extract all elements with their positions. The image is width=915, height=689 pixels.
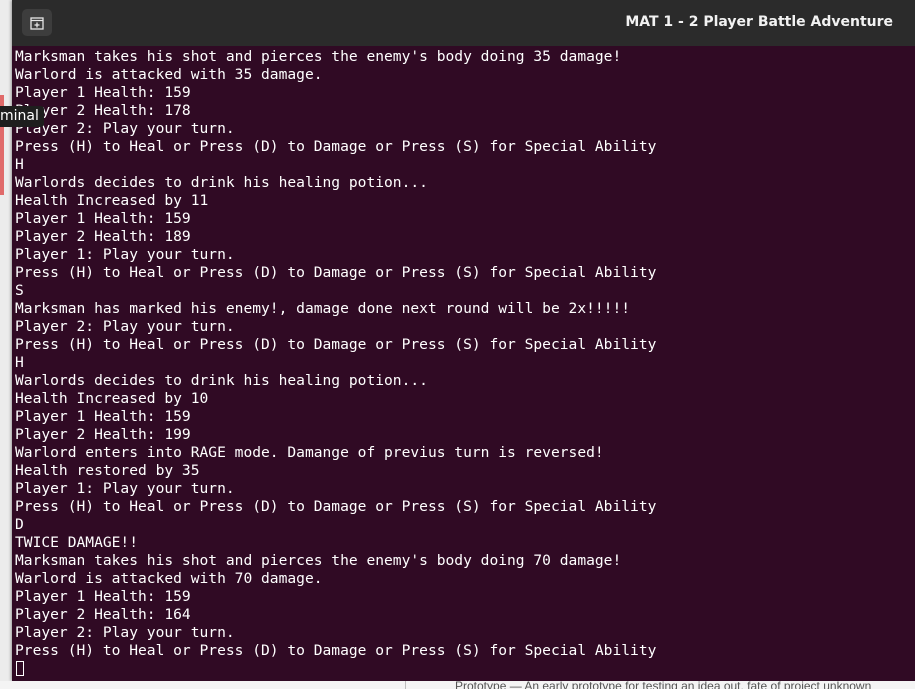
- terminal-line: Player 1 Health: 159: [15, 210, 191, 227]
- terminal-line: Warlord enters into RAGE mode. Damange o…: [15, 444, 604, 461]
- terminal-line: Health Increased by 11: [15, 192, 209, 209]
- terminal-line: Player 1: Play your turn.: [15, 480, 235, 497]
- background-page-footer: Prototype — An early prototype for testi…: [0, 681, 915, 689]
- window-title: MAT 1 - 2 Player Battle Adventure: [625, 14, 893, 30]
- terminal-line: Player 1 Health: 159: [15, 408, 191, 425]
- terminal-line: Health restored by 35: [15, 462, 200, 479]
- terminal-tooltip: minal: [0, 106, 44, 127]
- new-tab-button[interactable]: [22, 9, 52, 36]
- terminal-line: Player 1 Health: 159: [15, 84, 191, 101]
- terminal-line: Marksman has marked his enemy!, damage d…: [15, 300, 631, 317]
- terminal-output[interactable]: Marksman takes his shot and pierces the …: [15, 48, 910, 678]
- terminal-line: Warlords decides to drink his healing po…: [15, 372, 428, 389]
- terminal-line: Marksman takes his shot and pierces the …: [15, 552, 622, 569]
- terminal-line: D: [15, 516, 24, 533]
- terminal-line: Press (H) to Heal or Press (D) to Damage…: [15, 264, 657, 281]
- terminal-line: Player 2 Health: 178: [15, 102, 191, 119]
- terminal-line: Press (H) to Heal or Press (D) to Damage…: [15, 642, 657, 659]
- terminal-line: Warlord is attacked with 70 damage.: [15, 570, 323, 587]
- terminal-line: Player 2 Health: 164: [15, 606, 191, 623]
- terminal-line: Press (H) to Heal or Press (D) to Damage…: [15, 498, 657, 515]
- new-tab-icon: [30, 16, 44, 30]
- terminal-line: Player 2 Health: 189: [15, 228, 191, 245]
- desktop: MAT 1 - 2 Player Battle Adventure Marksm…: [0, 0, 915, 689]
- window-titlebar[interactable]: MAT 1 - 2 Player Battle Adventure: [12, 0, 915, 46]
- text-cursor: [16, 661, 24, 676]
- terminal-line: H: [15, 354, 24, 371]
- terminal-line: Marksman takes his shot and pierces the …: [15, 48, 622, 65]
- terminal-window[interactable]: MAT 1 - 2 Player Battle Adventure Marksm…: [12, 0, 915, 681]
- terminal-line: Player 1: Play your turn.: [15, 246, 235, 263]
- terminal-line: Warlord is attacked with 35 damage.: [15, 66, 323, 83]
- terminal-line: H: [15, 156, 24, 173]
- footer-divider: [405, 681, 406, 689]
- terminal-line: Player 2 Health: 199: [15, 426, 191, 443]
- background-page-text: Prototype — An early prototype for testi…: [455, 681, 872, 689]
- terminal-line: S: [15, 282, 24, 299]
- terminal-line: Player 2: Play your turn.: [15, 120, 235, 137]
- terminal-line: Press (H) to Heal or Press (D) to Damage…: [15, 336, 657, 353]
- terminal-line: TWICE DAMAGE!!: [15, 534, 139, 551]
- terminal-line: Warlords decides to drink his healing po…: [15, 174, 428, 191]
- terminal-line: Player 2: Play your turn.: [15, 318, 235, 335]
- terminal-line: Health Increased by 10: [15, 390, 209, 407]
- terminal-line: Player 2: Play your turn.: [15, 624, 235, 641]
- terminal-prompt-line[interactable]: [15, 660, 910, 678]
- terminal-line: Press (H) to Heal or Press (D) to Damage…: [15, 138, 657, 155]
- terminal-line: Player 1 Health: 159: [15, 588, 191, 605]
